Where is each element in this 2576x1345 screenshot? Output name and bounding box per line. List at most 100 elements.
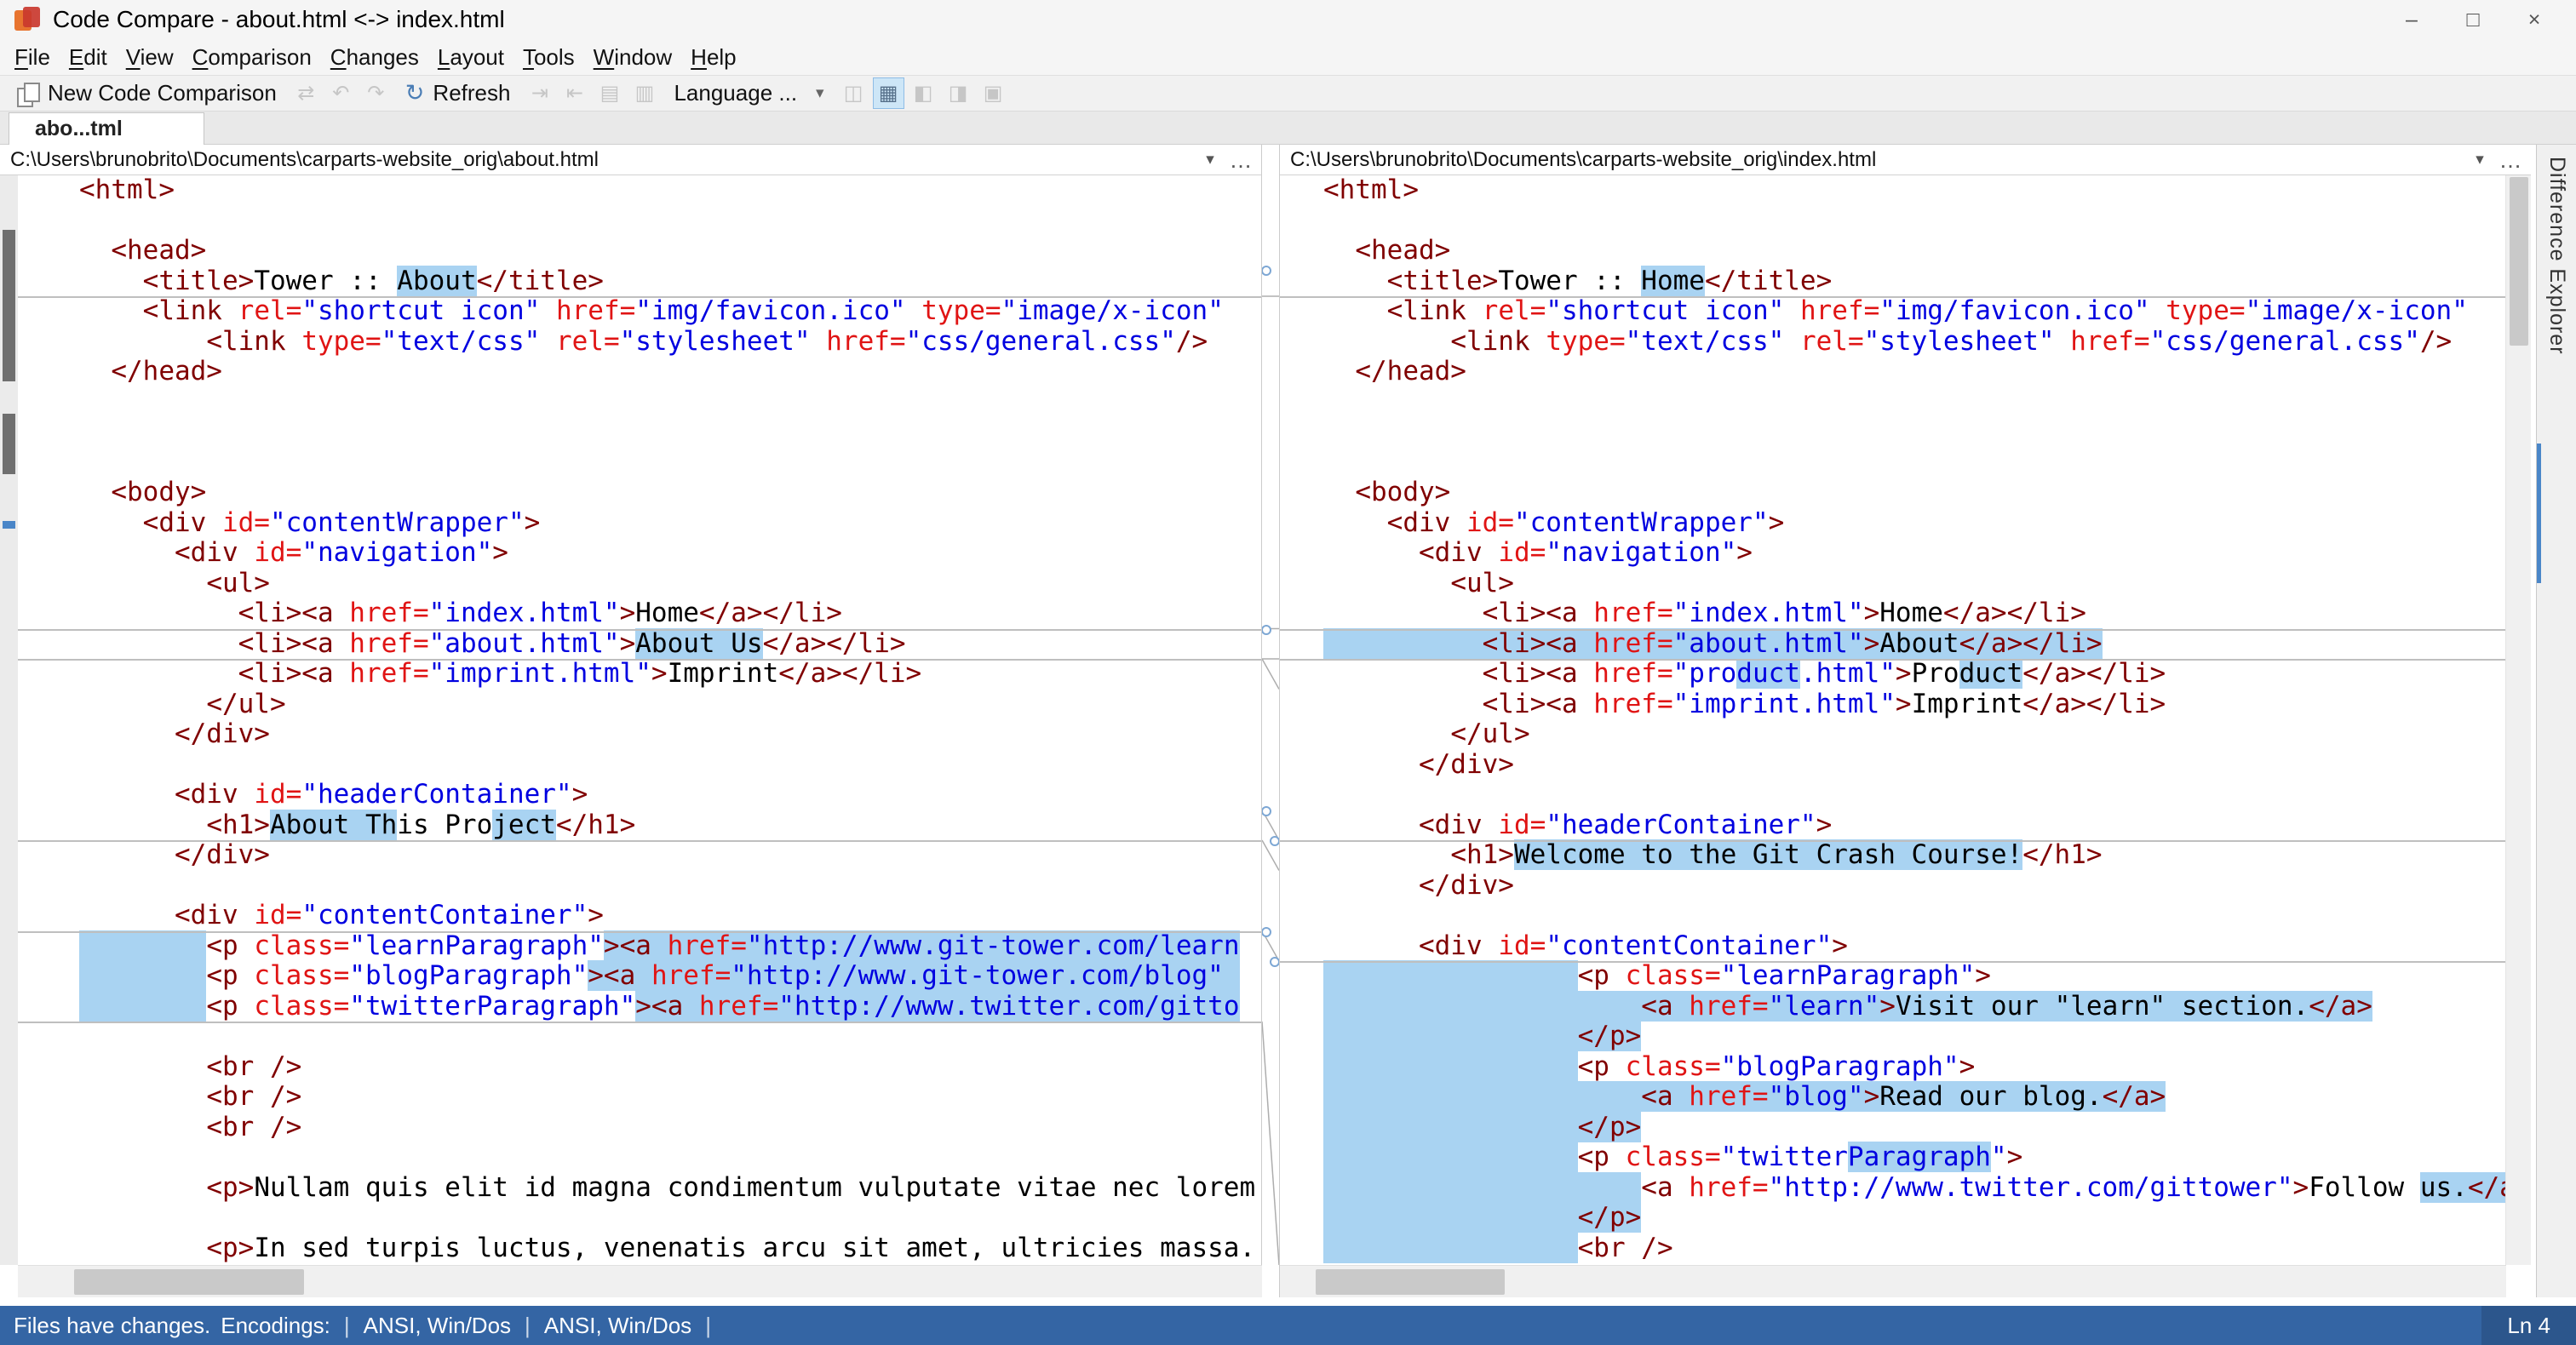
close-icon[interactable]: × bbox=[2516, 8, 2552, 32]
code-line: <p class="twitterParagraph"><a href="htt… bbox=[18, 990, 1261, 1022]
menu-item-changes[interactable]: Changes bbox=[321, 44, 428, 71]
menu-item-edit[interactable]: Edit bbox=[60, 44, 117, 71]
difference-explorer-accent bbox=[2537, 444, 2541, 583]
status-bar: Files have changes. Encodings: ANSI, Win… bbox=[0, 1306, 2576, 1345]
language-label: Language ... bbox=[674, 80, 798, 106]
left-path-more-button[interactable] bbox=[1225, 148, 1256, 172]
code-line: <br /> bbox=[206, 1081, 302, 1112]
code-line: <link type="text/css" rel="stylesheet" h… bbox=[1450, 325, 2453, 357]
left-pane: C:\Users\brunobrito\Documents\carparts-w… bbox=[0, 145, 1262, 1297]
code-line: <div id="navigation"> bbox=[1418, 537, 1753, 568]
code-line: <h1>Welcome to the Git Crash Course!</h1… bbox=[1280, 839, 2505, 871]
menu-item-tools[interactable]: Tools bbox=[513, 44, 584, 71]
code-line: <link rel="shortcut icon" href="img/favi… bbox=[18, 295, 1261, 327]
code-line: <li><a href="imprint.html">Imprint</a></… bbox=[18, 658, 1261, 690]
encodings-label: Encodings: bbox=[221, 1312, 330, 1338]
change-map[interactable] bbox=[0, 175, 18, 1265]
scrollbar-thumb[interactable] bbox=[2510, 177, 2528, 346]
code-line: </div> bbox=[174, 718, 270, 749]
left-path-dropdown-icon[interactable] bbox=[1195, 148, 1225, 172]
menu-item-comparison[interactable]: Comparison bbox=[183, 44, 321, 71]
change-map-block bbox=[3, 230, 15, 381]
code-line: <p>Nullam quis elit id magna condimentum… bbox=[206, 1171, 1261, 1203]
code-line: <h1>About This Project</h1> bbox=[206, 809, 636, 840]
code-line: <p class="learnParagraph"><a href="http:… bbox=[18, 930, 1261, 962]
code-line: <div id="headerContainer"> bbox=[1418, 809, 1833, 840]
code-line: </ul> bbox=[206, 688, 286, 719]
view-group-a-icon: ◫ bbox=[843, 82, 863, 105]
menu-item-file[interactable]: File bbox=[5, 44, 60, 71]
right-horizontal-scrollbar[interactable] bbox=[1280, 1265, 2506, 1297]
code-line: <li><a href="about.html">About</a></li> bbox=[1280, 627, 2505, 660]
code-line: <title>Tower :: Home</title> bbox=[1386, 265, 1833, 296]
merge-group-icon: ⇥ bbox=[531, 82, 549, 105]
merge-group-icon: ▤ bbox=[600, 82, 620, 105]
code-line: <li><a href="about.html">About Us</a></l… bbox=[18, 627, 1261, 660]
diff-connector-graphic bbox=[1261, 266, 1280, 1266]
code-line: </div> bbox=[18, 839, 1261, 871]
left-code-editor[interactable]: <html> <head> <title>Tower :: About</tit… bbox=[18, 175, 1261, 1265]
right-file-path[interactable]: C:\Users\brunobrito\Documents\carparts-w… bbox=[1290, 148, 2464, 172]
code-line: </head> bbox=[1355, 356, 1466, 386]
change-map-current-marker bbox=[3, 521, 15, 529]
scrollbar-thumb[interactable] bbox=[1316, 1269, 1505, 1295]
status-message: Files have changes. bbox=[14, 1312, 211, 1338]
code-line: </div> bbox=[1418, 869, 1514, 901]
merge-group-icon: ▥ bbox=[634, 82, 655, 105]
left-pane-header: C:\Users\brunobrito\Documents\carparts-w… bbox=[0, 145, 1261, 175]
difference-explorer-label: Difference Explorer bbox=[2545, 157, 2569, 355]
code-line: <br /> bbox=[206, 1050, 302, 1082]
menu-item-help[interactable]: Help bbox=[681, 44, 745, 71]
tab-label: abo...tml bbox=[35, 117, 123, 140]
new-code-comparison-button[interactable]: New Code Comparison bbox=[7, 77, 287, 109]
language-button[interactable]: Language ... bbox=[663, 77, 834, 109]
menu-item-window[interactable]: Window bbox=[584, 44, 681, 71]
code-line: <title>Tower :: About</title> bbox=[142, 265, 604, 296]
tab-about-html[interactable]: abo...tml bbox=[9, 112, 204, 145]
code-line: <p class="learnParagraph"> bbox=[1280, 960, 2505, 992]
code-line: <div id="contentContainer"> bbox=[1418, 930, 1848, 961]
view-group-b-icon[interactable]: ▦ bbox=[872, 77, 904, 109]
code-line: <a href="http://www.twitter.com/gittower… bbox=[1280, 1171, 2505, 1204]
right-path-dropdown-icon[interactable] bbox=[2464, 148, 2495, 172]
code-line: <ul> bbox=[1450, 567, 1514, 598]
code-line: </div> bbox=[1418, 748, 1514, 780]
code-line: <head> bbox=[1355, 235, 1451, 266]
right-path-more-button[interactable] bbox=[2495, 148, 2526, 172]
code-line: <p class="blogParagraph"><a href="http:/… bbox=[18, 960, 1261, 992]
left-file-path[interactable]: C:\Users\brunobrito\Documents\carparts-w… bbox=[10, 148, 1195, 172]
menu-item-view[interactable]: View bbox=[117, 44, 183, 71]
menu-item-layout[interactable]: Layout bbox=[428, 44, 513, 71]
code-line: <p>In sed turpis luctus, venenatis arcu … bbox=[206, 1232, 1256, 1263]
left-horizontal-scrollbar[interactable] bbox=[18, 1265, 1262, 1297]
difference-explorer-panel[interactable]: Difference Explorer bbox=[2536, 145, 2576, 1297]
titlebar: Code Compare - about.html <-> index.html… bbox=[0, 0, 2576, 39]
code-line: <body> bbox=[111, 477, 207, 507]
right-vertical-scrollbar[interactable] bbox=[2505, 175, 2531, 1265]
toolbar: New Code Comparison ⇄ ↶ ↷ Refresh ⇥ ⇤ ▤ ▥ Languag… bbox=[0, 75, 2576, 112]
refresh-button[interactable]: Refresh bbox=[395, 77, 521, 109]
right-code-editor[interactable]: <html> <head> <title>Tower :: Home</titl… bbox=[1280, 175, 2505, 1265]
maximize-icon[interactable]: □ bbox=[2455, 8, 2491, 32]
new-comparison-icon bbox=[17, 82, 40, 107]
scrollbar-thumb[interactable] bbox=[74, 1269, 304, 1295]
code-line: </p> bbox=[1280, 1111, 2505, 1143]
merge-group-icon: ⇤ bbox=[565, 82, 584, 105]
view-group-c-icon: ◧ bbox=[913, 82, 933, 105]
line-indicator: Ln 4 bbox=[2481, 1306, 2576, 1345]
code-line: </ul> bbox=[1450, 718, 1530, 749]
code-line: <br /> bbox=[1280, 1232, 2505, 1264]
minimize-icon[interactable]: – bbox=[2394, 8, 2430, 32]
